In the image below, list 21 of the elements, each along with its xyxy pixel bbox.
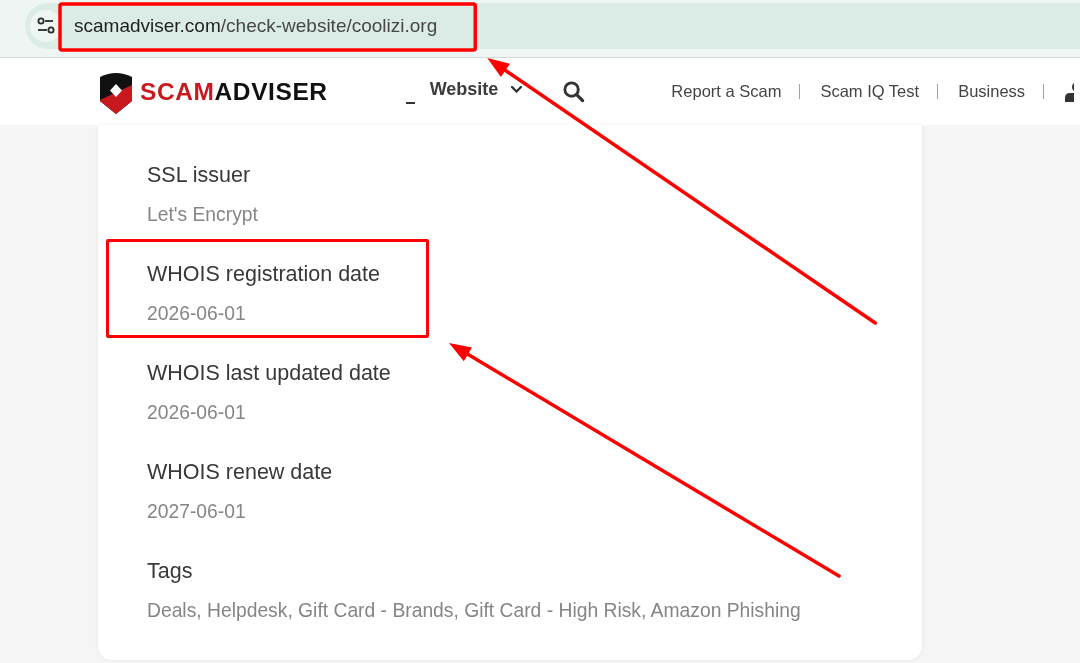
user-icon[interactable] xyxy=(1064,81,1075,102)
nav-link[interactable]: Report a Scam xyxy=(671,82,782,101)
field-label: SSL issuer xyxy=(147,162,251,189)
field-label: WHOIS renew date xyxy=(147,459,333,486)
nav-link[interactable]: Business xyxy=(958,82,1026,101)
dash-icon xyxy=(405,102,415,104)
website-menu[interactable]: Website xyxy=(429,78,523,100)
field-label: Tags xyxy=(147,558,193,585)
search-icon[interactable] xyxy=(562,80,586,103)
field-value: 2027-06-01 xyxy=(147,500,246,524)
field-label: WHOIS registration date xyxy=(147,261,380,288)
nav-link[interactable]: Scam IQ Test xyxy=(820,82,920,101)
url-text[interactable]: scamadviser.com/check-website/coolizi.org xyxy=(74,15,438,37)
field-value: Let's Encrypt xyxy=(147,203,258,227)
field-value: 2026-06-01 xyxy=(147,401,246,425)
logo-text[interactable]: SCAMADVISER xyxy=(140,77,328,106)
chevron-icon xyxy=(511,85,523,93)
field-value: 2026-06-01 xyxy=(147,302,246,326)
field-value: Deals, Helpdesk, Gift Card - Brands, Gift Card - High Risk, Amazon Phishing xyxy=(147,599,801,623)
field-label: WHOIS last updated date xyxy=(147,360,391,387)
address-bar[interactable]: scamadviser.com/check-website/coolizi.org xyxy=(25,3,1080,49)
